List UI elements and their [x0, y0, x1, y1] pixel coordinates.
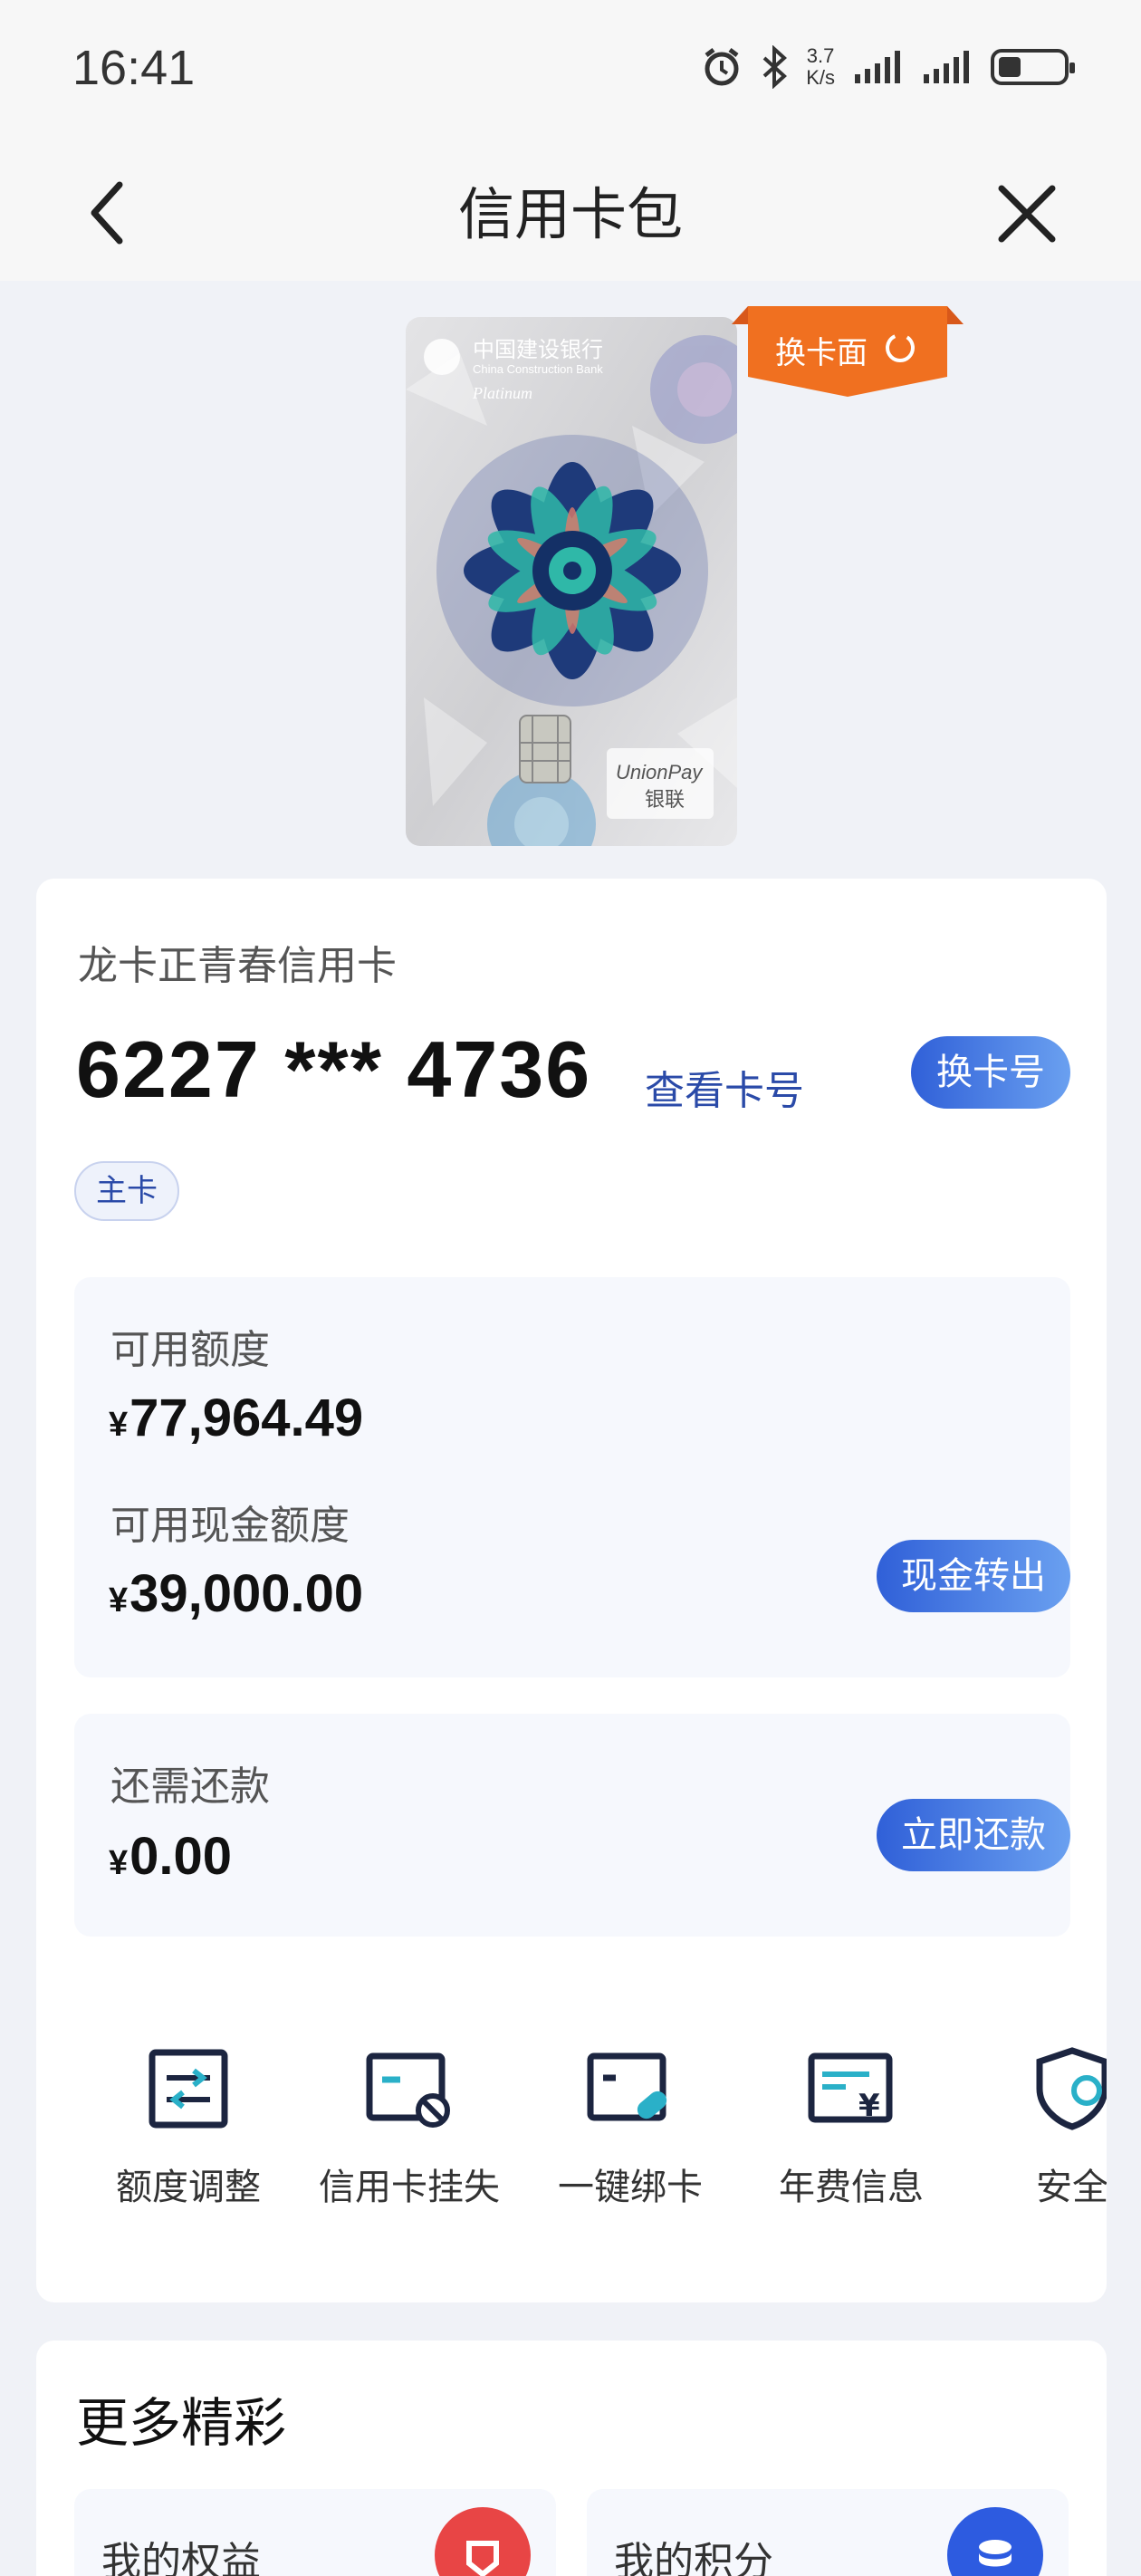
net-speed: 3.7 K/s: [806, 45, 835, 89]
more-section: 更多精彩 我的权益 我的积分: [36, 2341, 1107, 2576]
bind-card-icon: [587, 2052, 667, 2121]
cash-limit-value: 39,000.00: [129, 1564, 364, 1623]
network-text: UnionPay: [616, 761, 704, 783]
feature-security[interactable]: 安全: [964, 2047, 1107, 2210]
svg-text:¥: ¥: [858, 2088, 880, 2124]
repay-now-button[interactable]: 立即还款: [877, 1799, 1070, 1871]
net-speed-value: 3.7: [806, 44, 835, 67]
cash-transfer-button[interactable]: 现金转出: [877, 1540, 1070, 1612]
rights-icon: [435, 2507, 531, 2576]
status-time: 16:41: [72, 41, 196, 95]
tile-label: 我的权益: [101, 2539, 261, 2576]
repay-amount: ¥0.00: [109, 1826, 232, 1887]
card-number: 6227 *** 4736: [76, 1024, 592, 1114]
close-icon[interactable]: [989, 176, 1065, 252]
feature-limit-adjust[interactable]: 额度调整: [80, 2047, 297, 2210]
feature-label: 年费信息: [779, 2167, 924, 2208]
tile-label: 我的积分: [614, 2539, 773, 2576]
status-icons: 3.7 K/s: [701, 45, 1075, 89]
alarm-icon: [705, 48, 739, 86]
points-icon: [947, 2507, 1043, 2576]
feature-label: 额度调整: [116, 2167, 261, 2208]
view-card-number-link[interactable]: 查看卡号: [645, 1058, 804, 1116]
signal-icon: [855, 51, 900, 83]
card-tier: Platinum: [472, 384, 532, 402]
net-speed-unit: K/s: [806, 66, 835, 89]
repayment-box: 还需还款 ¥0.00 立即还款: [74, 1714, 1070, 1937]
limit-adjust-icon: [149, 2049, 228, 2129]
page-title: 信用卡包: [457, 181, 683, 247]
card-loss-icon: [366, 2052, 450, 2128]
cash-limit-amount: ¥39,000.00: [109, 1563, 363, 1624]
credit-card-image[interactable]: 中国建设银行 China Construction Bank Platinum …: [406, 317, 737, 846]
card-pattern: [436, 435, 708, 706]
chip-icon: [519, 715, 571, 783]
change-card-number-button[interactable]: 换卡号: [911, 1036, 1070, 1109]
more-section-title: 更多精彩: [76, 2392, 287, 2454]
bank-name-cn: 中国建设银行: [473, 337, 603, 362]
repay-value: 0.00: [129, 1827, 233, 1886]
my-rights-tile[interactable]: 我的权益: [74, 2489, 556, 2576]
feature-row: 额度调整 信用卡挂失 一键绑卡 ¥ 年费信息 安全: [36, 2047, 1107, 2228]
cash-limit-label: 可用现金额度: [110, 1503, 350, 1549]
feature-annual-fee[interactable]: ¥ 年费信息: [743, 2047, 960, 2210]
swap-face-label: 换卡面: [775, 335, 868, 371]
repay-label: 还需还款: [110, 1764, 270, 1810]
my-points-tile[interactable]: 我的积分: [587, 2489, 1069, 2576]
card-info-panel: 龙卡正青春信用卡 6227 *** 4736 查看卡号 换卡号 主卡 可用额度 …: [36, 879, 1107, 2302]
battery-icon: [991, 49, 1075, 85]
feature-label: 一键绑卡: [558, 2167, 703, 2208]
feature-card-loss[interactable]: 信用卡挂失: [301, 2047, 518, 2210]
feature-label: 信用卡挂失: [319, 2167, 500, 2208]
available-limit-value: 77,964.49: [129, 1389, 364, 1447]
card-name: 龙卡正青春信用卡: [78, 943, 397, 989]
feature-label: 安全: [1036, 2167, 1107, 2208]
feature-bind-card[interactable]: 一键绑卡: [522, 2047, 739, 2210]
bluetooth-icon: [762, 45, 788, 89]
bank-name-en: China Construction Bank: [473, 362, 603, 376]
annual-fee-icon: ¥: [808, 2052, 893, 2124]
status-bar: 16:41 3.7 K/s: [0, 0, 1141, 145]
currency-symbol: ¥: [109, 1844, 129, 1882]
available-limit-amount: ¥77,964.49: [109, 1388, 363, 1448]
signal-icon: [924, 51, 969, 83]
credit-limit-box: 可用额度 ¥77,964.49 可用现金额度 ¥39,000.00 现金转出: [74, 1277, 1070, 1677]
network-text-cn: 银联: [645, 789, 685, 812]
currency-symbol: ¥: [109, 1406, 129, 1444]
available-limit-label: 可用额度: [110, 1327, 270, 1373]
main-card-tag: 主卡: [74, 1161, 179, 1221]
card-artwork: 中国建设银行 China Construction Bank Platinum …: [406, 317, 737, 846]
currency-symbol: ¥: [109, 1581, 129, 1620]
security-shield-icon: [1036, 2047, 1107, 2130]
nav-bar: 信用卡包: [0, 145, 1141, 281]
